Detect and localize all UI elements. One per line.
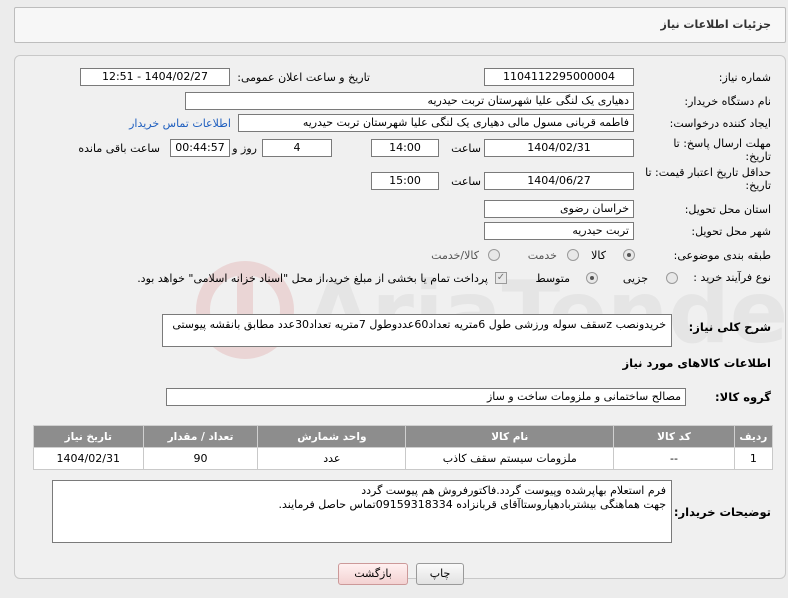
print-button[interactable]: چاپ (416, 563, 464, 585)
validity-time-label: ساعت (451, 175, 481, 188)
cell-code: -- (613, 447, 735, 470)
treasury-checkbox[interactable]: ✓ (495, 272, 507, 284)
col-date-header: تاریخ نیاز (33, 425, 144, 448)
buyer-notes-label: توضیحات خریدار: (673, 505, 771, 519)
remaining-label: ساعت باقی مانده (78, 142, 160, 155)
col-name-header: نام کالا (405, 425, 615, 448)
creator-field: فاطمه قربانی مسول مالی دهیاری یک لنگی عل… (238, 114, 634, 132)
col-code-header: کد کالا (613, 425, 735, 448)
col-unit-header: واحد شمارش (257, 425, 407, 448)
cell-name: ملزومات سیستم سقف کاذب (405, 447, 615, 470)
validity-time-field: 15:00 (371, 172, 439, 190)
payment-note: پرداخت تمام یا بخشی از مبلغ خرید،از محل … (137, 272, 488, 285)
days-label: روز و (232, 142, 257, 155)
description-label: شرح کلی نیاز: (688, 320, 771, 334)
buyer-contact-link[interactable]: اطلاعات تماس خریدار (129, 117, 231, 130)
days-field: 4 (262, 139, 332, 157)
page-header: جزئیات اطلاعات نیاز (14, 7, 786, 43)
category-service-radio[interactable] (567, 249, 579, 261)
buyer-org-field: دهیاری یک لنگی علیا شهرستان تربت حیدریه (185, 92, 634, 110)
table-header-row: ردیف کد کالا نام کالا واحد شمارش تعداد /… (33, 425, 774, 448)
process-label: نوع فرآیند خرید : (693, 271, 771, 284)
buyer-notes-field: فرم استعلام بهاپرشده وپیوست گردد.فاکتورف… (52, 480, 672, 543)
back-button[interactable]: بازگشت (338, 563, 408, 585)
remaining-time-field: 00:44:57 (170, 139, 230, 157)
process-minor-label: جزیی (622, 272, 648, 285)
province-field: خراسان رضوی (484, 200, 634, 218)
table-row: 1 -- ملزومات سیستم سقف کاذب عدد 90 1404/… (33, 447, 774, 470)
category-label: طبقه بندی موضوعی: (673, 249, 771, 262)
cell-row: 1 (733, 447, 774, 470)
process-medium-radio[interactable] (586, 272, 598, 284)
description-field: خریدونصب zسقف سوله ورزشی طول 6متریه تعدا… (162, 314, 672, 347)
announce-label: تاریخ و ساعت اعلان عمومی: (237, 71, 370, 84)
need-number-field: 1104112295000004 (484, 68, 634, 86)
province-label: استان محل تحویل: (684, 203, 771, 216)
announce-field: 1404/02/27 - 12:51 (80, 68, 230, 86)
reply-time-field: 14:00 (371, 139, 439, 157)
col-quantity-header: تعداد / مقدار (142, 425, 259, 448)
page-title: جزئیات اطلاعات نیاز (660, 18, 772, 31)
category-both-label: کالا/خدمت (431, 249, 479, 262)
reply-time-label: ساعت (451, 142, 481, 155)
process-minor-radio[interactable] (666, 272, 678, 284)
category-service-label: خدمت (527, 249, 557, 262)
city-label: شهر محل تحویل: (691, 225, 771, 238)
process-medium-label: متوسط (535, 272, 570, 285)
creator-label: ایجاد کننده درخواست: (669, 117, 771, 130)
goods-group-field: مصالح ساختمانی و ملزومات ساخت و ساز (166, 388, 686, 406)
buyer-org-label: نام دستگاه خریدار: (684, 95, 771, 108)
need-number-label: شماره نیاز: (718, 71, 771, 84)
reply-date-field: 1404/02/31 (484, 139, 634, 157)
validity-label: حداقل تاریخ اعتبار قیمت: تا تاریخ: (645, 166, 771, 192)
category-goods-radio[interactable] (623, 249, 635, 261)
buyer-notes-line2: جهت هماهنگی بیشتربادهیاروستاآقای قربانزا… (278, 498, 666, 511)
col-row-header: ردیف (733, 425, 774, 448)
reply-deadline-label: مهلت ارسال پاسخ: تا تاریخ: (673, 137, 771, 163)
goods-group-label: گروه کالا: (715, 390, 771, 404)
cell-quantity: 90 (142, 447, 259, 470)
goods-table: ردیف کد کالا نام کالا واحد شمارش تعداد /… (33, 425, 774, 470)
cell-unit: عدد (257, 447, 407, 470)
cell-date: 1404/02/31 (33, 447, 144, 470)
category-goods-label: کالا (591, 249, 606, 262)
buyer-notes-line1: فرم استعلام بهاپرشده وپیوست گردد.فاکتورف… (361, 484, 666, 497)
category-both-radio[interactable] (488, 249, 500, 261)
city-field: تربت حیدریه (484, 222, 634, 240)
goods-section-title: اطلاعات کالاهای مورد نیاز (622, 356, 771, 370)
validity-date-field: 1404/06/27 (484, 172, 634, 190)
